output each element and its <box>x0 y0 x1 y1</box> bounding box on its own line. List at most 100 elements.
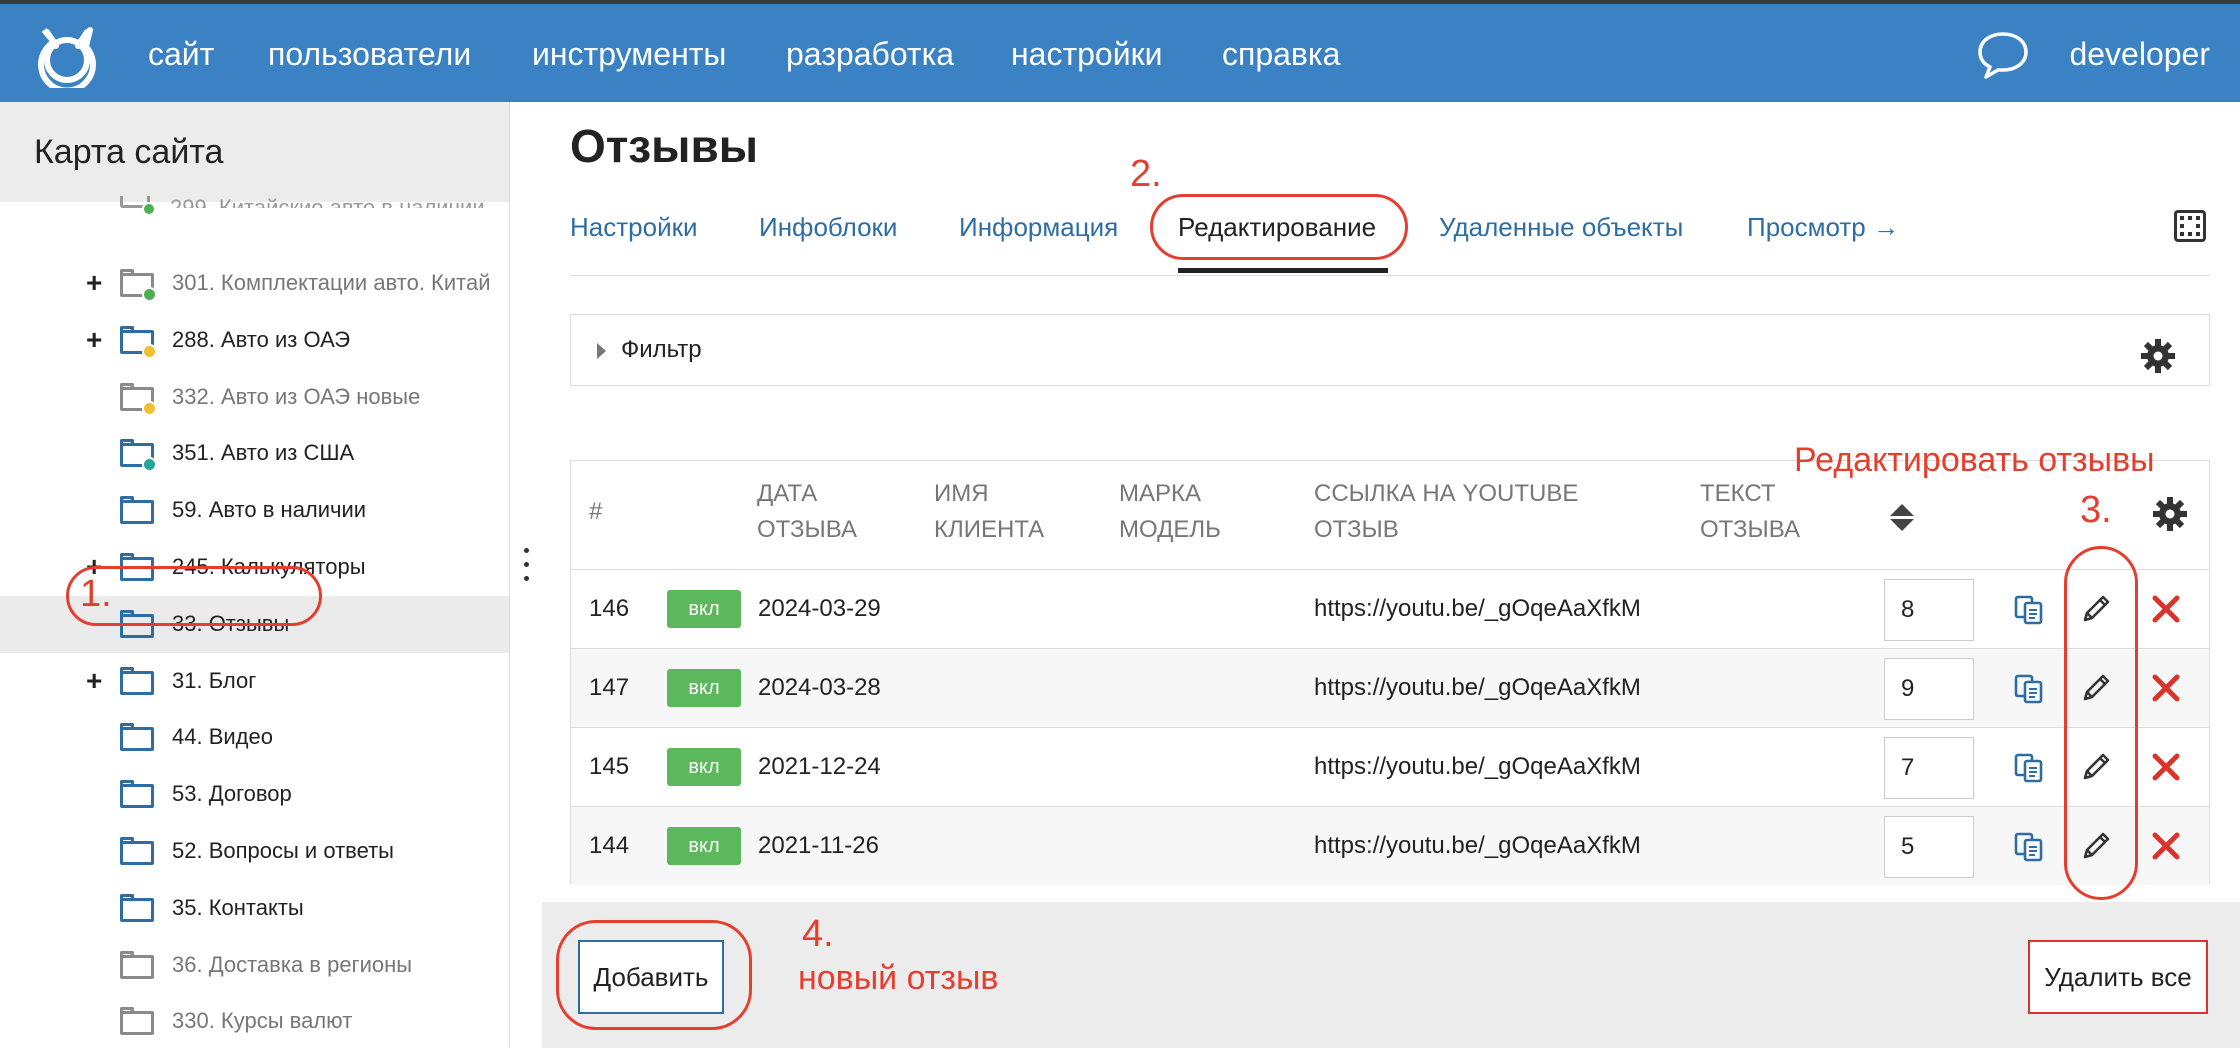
sidebar-tree-item[interactable]: 59. Авто в наличии <box>0 482 509 539</box>
tab-deleted-objects[interactable]: Удаленные объекты <box>1439 210 1683 244</box>
tab-settings[interactable]: Настройки <box>570 210 698 244</box>
sidebar-tree-item[interactable]: 52. Вопросы и ответы <box>0 823 509 880</box>
priority-input[interactable] <box>1884 816 1974 878</box>
sidebar-tree-item[interactable]: +31. Блог <box>0 653 509 710</box>
table-row[interactable]: 144 вкл 2021-11-26 https://youtu.be/_gOqeAa… <box>571 806 2209 885</box>
annotation-step2: 2. <box>1130 153 1162 195</box>
priority-input[interactable] <box>1884 579 1974 641</box>
row-date: 2021-12-24 <box>758 753 881 780</box>
sidebar-tree-item[interactable]: 44. Видео <box>0 709 509 766</box>
status-dot <box>142 400 157 416</box>
folder-icon <box>120 950 154 979</box>
folder-icon <box>120 893 154 922</box>
sort-priority-icon[interactable] <box>1890 504 1914 532</box>
column-header-youtube-link[interactable]: Ссылка на YouTube отзыв <box>1314 476 1578 548</box>
delete-x-icon[interactable] <box>2149 592 2183 626</box>
expand-plus-icon[interactable]: + <box>86 665 102 697</box>
tree-item-label: 351. Авто из США <box>172 440 355 466</box>
expand-plus-icon[interactable]: + <box>86 267 102 299</box>
user-menu[interactable]: developer <box>2069 34 2210 74</box>
column-header-link-line2: отзыв <box>1314 516 1399 543</box>
column-header-client-name[interactable]: Имя клиента <box>934 476 1044 548</box>
column-header-date[interactable]: Дата отзыва <box>757 476 857 548</box>
table-row[interactable]: 145 вкл 2021-12-24 https://youtu.be/_gOqeAa… <box>571 727 2209 806</box>
annotation-step4-note: новый отзыв <box>798 959 999 997</box>
nav-settings[interactable]: настройки <box>1011 34 1162 74</box>
copy-icon[interactable] <box>2013 752 2045 784</box>
folder-icon <box>120 780 154 809</box>
sidebar-resize-handle[interactable] <box>522 548 530 598</box>
tabs-divider <box>570 275 2210 276</box>
sidebar-title: Карта сайта <box>34 133 224 171</box>
column-header-brand-model[interactable]: Марка модель <box>1119 476 1221 548</box>
nav-tools[interactable]: инструменты <box>532 34 726 74</box>
tree-item-label: 288. Авто из ОАЭ <box>172 326 351 352</box>
priority-input[interactable] <box>1884 737 1974 799</box>
filter-panel[interactable]: Фильтр <box>570 314 2210 386</box>
status-dot <box>142 287 157 302</box>
tree-item-label: 35. Контакты <box>172 894 304 920</box>
column-header-text-line2: отзыва <box>1700 516 1801 543</box>
tree-item-label: 332. Авто из ОАЭ новые <box>172 383 421 409</box>
qr-code-icon[interactable] <box>2174 210 2206 242</box>
sidebar-tree-item[interactable]: +301. Комплектации авто. Китай <box>0 255 509 312</box>
tree-item-label: 31. Блог <box>172 667 257 693</box>
sidebar-tree-item[interactable]: +288. Авто из ОАЭ <box>0 312 509 369</box>
table-settings-gear-icon[interactable] <box>2152 496 2188 532</box>
column-header-link-line1: Ссылка на YouTube <box>1314 480 1579 507</box>
sidebar-tree-item[interactable]: 332. Авто из ОАЭ новые <box>0 369 509 426</box>
tree-item-label[interactable]: 299. Китайские авто в наличии <box>170 194 485 208</box>
tree-item-label: 59. Авто в наличии <box>172 497 367 523</box>
expand-arrow-icon <box>597 343 606 359</box>
delete-x-icon[interactable] <box>2149 750 2183 784</box>
filter-label: Фильтр <box>621 336 702 363</box>
app-logo-icon[interactable] <box>34 22 100 88</box>
sidebar-tree-item[interactable]: 36. Доставка в регионы <box>0 937 509 994</box>
active-tab-indicator <box>1178 268 1388 273</box>
column-header-name-line1: Имя <box>934 480 989 507</box>
sidebar-tree-item[interactable]: 53. Договор <box>0 766 509 823</box>
nav-development[interactable]: разработка <box>786 34 954 74</box>
status-dot <box>142 202 156 216</box>
annotation-ring-step3 <box>2064 546 2138 900</box>
sidebar-tree-item[interactable]: 351. Авто из США <box>0 425 509 482</box>
sidebar-tree-item[interactable]: 330. Курсы валют <box>0 993 509 1048</box>
status-dot <box>142 343 157 359</box>
delete-x-icon[interactable] <box>2149 671 2183 705</box>
column-header-review-text[interactable]: Текст отзыва <box>1700 476 1800 548</box>
copy-icon[interactable] <box>2013 831 2045 863</box>
row-date: 2024-03-29 <box>758 595 881 622</box>
nav-users[interactable]: пользователи <box>268 34 471 74</box>
copy-icon[interactable] <box>2013 594 2045 626</box>
chat-bubble-icon[interactable] <box>1976 30 2030 80</box>
status-badge[interactable]: вкл <box>667 669 741 707</box>
tab-infoblocks[interactable]: Инфоблоки <box>759 210 897 244</box>
status-badge[interactable]: вкл <box>667 748 741 786</box>
priority-input[interactable] <box>1884 658 1974 720</box>
folder-icon <box>120 496 154 525</box>
status-badge[interactable]: вкл <box>667 590 741 628</box>
row-youtube-link: https://youtu.be/_gOqeAaXfkM <box>1314 753 1641 780</box>
tree-item-label: 301. Комплектации авто. Китай <box>172 270 491 295</box>
tab-preview[interactable]: Просмотр → <box>1747 210 1899 244</box>
expand-plus-icon[interactable]: + <box>86 324 102 356</box>
table-row[interactable]: 147 вкл 2024-03-28 https://youtu.be/_gOqeAa… <box>571 648 2209 727</box>
table-row[interactable]: 146 вкл 2024-03-29 https://youtu.be/_gOqeAa… <box>571 569 2209 648</box>
sidebar-tree-item[interactable]: 35. Контакты <box>0 880 509 937</box>
status-badge[interactable]: вкл <box>667 827 741 865</box>
annotation-ring-step2 <box>1150 194 1408 260</box>
copy-icon[interactable] <box>2013 673 2045 705</box>
folder-icon <box>120 723 154 752</box>
row-id: 144 <box>589 832 630 859</box>
filter-settings-gear-icon[interactable] <box>2140 338 2176 374</box>
delete-all-button[interactable]: Удалить все <box>2028 940 2208 1014</box>
row-date: 2021-11-26 <box>758 832 879 859</box>
row-id: 145 <box>589 753 630 780</box>
nav-help[interactable]: справка <box>1222 34 1340 74</box>
tab-information[interactable]: Информация <box>959 210 1118 244</box>
delete-x-icon[interactable] <box>2149 829 2183 863</box>
tree-item-label: 53. Договор <box>172 781 292 807</box>
nav-site[interactable]: сайт <box>148 34 214 74</box>
tree-item-label: 44. Видео <box>172 724 273 750</box>
row-id: 147 <box>589 674 630 701</box>
